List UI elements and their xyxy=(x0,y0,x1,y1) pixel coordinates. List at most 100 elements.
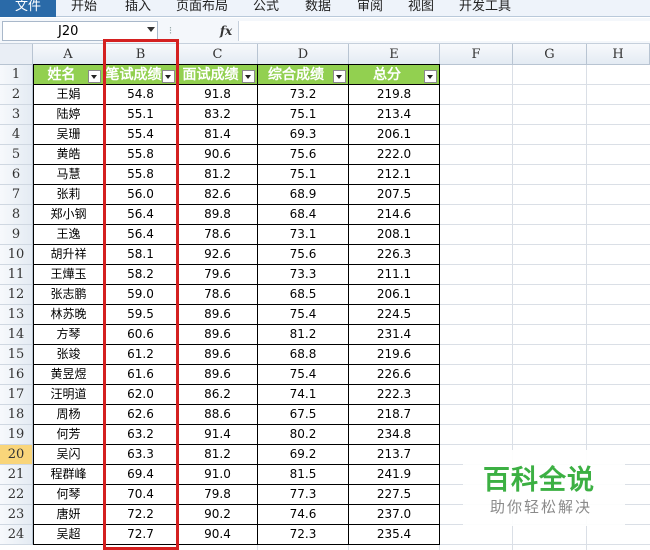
table-cell[interactable]: 206.1 xyxy=(349,125,440,145)
table-cell[interactable]: 73.1 xyxy=(258,225,349,245)
table-cell[interactable]: 92.6 xyxy=(178,245,258,265)
table-cell[interactable]: 235.4 xyxy=(349,525,440,545)
filter-dropdown-icon[interactable] xyxy=(88,70,101,83)
table-cell[interactable]: 218.7 xyxy=(349,405,440,425)
table-cell[interactable]: 72.3 xyxy=(258,525,349,545)
table-cell[interactable]: 82.6 xyxy=(178,185,258,205)
table-cell[interactable]: 213.7 xyxy=(349,445,440,465)
tab-view[interactable]: 视图 xyxy=(408,0,434,17)
table-cell[interactable]: 55.4 xyxy=(104,125,178,145)
table-cell[interactable]: 王逸 xyxy=(33,225,104,245)
table-cell[interactable]: 59.5 xyxy=(104,305,178,325)
table-cell[interactable]: 张竣 xyxy=(33,345,104,365)
table-cell[interactable]: 89.6 xyxy=(178,345,258,365)
row-header-14[interactable]: 14 xyxy=(0,325,33,345)
table-cell[interactable]: 68.9 xyxy=(258,185,349,205)
name-box[interactable]: J20 xyxy=(2,21,158,41)
table-cell[interactable]: 63.2 xyxy=(104,425,178,445)
row-header-21[interactable]: 21 xyxy=(0,465,33,485)
table-cell[interactable]: 58.1 xyxy=(104,245,178,265)
column-header-a[interactable]: A xyxy=(33,44,104,65)
row-header-18[interactable]: 18 xyxy=(0,405,33,425)
table-cell[interactable]: 58.2 xyxy=(104,265,178,285)
row-header-10[interactable]: 10 xyxy=(0,245,33,265)
column-header-e[interactable]: E xyxy=(349,44,440,65)
chevron-down-icon[interactable] xyxy=(147,27,155,32)
table-cell[interactable]: 86.2 xyxy=(178,385,258,405)
row-header-11[interactable]: 11 xyxy=(0,265,33,285)
row-header-22[interactable]: 22 xyxy=(0,485,33,505)
row-header-23[interactable]: 23 xyxy=(0,505,33,525)
table-cell[interactable]: 56.4 xyxy=(104,205,178,225)
table-cell[interactable]: 55.8 xyxy=(104,165,178,185)
table-cell[interactable]: 78.6 xyxy=(178,285,258,305)
table-cell[interactable]: 211.1 xyxy=(349,265,440,285)
table-cell[interactable]: 79.8 xyxy=(178,485,258,505)
splitter-handle-icon[interactable]: ⁝ xyxy=(163,22,178,40)
row-header-13[interactable]: 13 xyxy=(0,305,33,325)
table-cell[interactable]: 91.0 xyxy=(178,465,258,485)
table-cell[interactable]: 方琴 xyxy=(33,325,104,345)
table-cell[interactable]: 224.5 xyxy=(349,305,440,325)
table-cell[interactable]: 81.5 xyxy=(258,465,349,485)
table-cell[interactable]: 唐妍 xyxy=(33,505,104,525)
table-cell[interactable]: 75.1 xyxy=(258,105,349,125)
table-cell[interactable]: 214.6 xyxy=(349,205,440,225)
table-cell[interactable]: 郑小钢 xyxy=(33,205,104,225)
table-cell[interactable]: 75.1 xyxy=(258,165,349,185)
table-cell[interactable]: 90.4 xyxy=(178,525,258,545)
table-cell[interactable]: 227.5 xyxy=(349,485,440,505)
table-cell[interactable]: 89.6 xyxy=(178,305,258,325)
table-cell[interactable]: 213.4 xyxy=(349,105,440,125)
table-cell[interactable]: 胡升祥 xyxy=(33,245,104,265)
filter-dropdown-icon[interactable] xyxy=(242,70,255,83)
row-header-15[interactable]: 15 xyxy=(0,345,33,365)
table-cell[interactable]: 56.4 xyxy=(104,225,178,245)
table-cell[interactable]: 226.3 xyxy=(349,245,440,265)
table-cell[interactable]: 68.4 xyxy=(258,205,349,225)
row-header-19[interactable]: 19 xyxy=(0,425,33,445)
table-cell[interactable]: 62.0 xyxy=(104,385,178,405)
row-header-24[interactable]: 24 xyxy=(0,525,33,545)
table-cell[interactable]: 何芳 xyxy=(33,425,104,445)
table-cell[interactable]: 54.8 xyxy=(104,85,178,105)
table-cell[interactable]: 何琴 xyxy=(33,485,104,505)
table-cell[interactable]: 72.7 xyxy=(104,525,178,545)
table-cell[interactable]: 219.6 xyxy=(349,345,440,365)
table-cell[interactable]: 89.6 xyxy=(178,365,258,385)
table-cell[interactable]: 汪明道 xyxy=(33,385,104,405)
table-cell[interactable]: 75.4 xyxy=(258,305,349,325)
column-header-h[interactable]: H xyxy=(587,44,650,65)
table-cell[interactable]: 黄昱煜 xyxy=(33,365,104,385)
table-cell[interactable]: 77.3 xyxy=(258,485,349,505)
table-cell[interactable]: 88.6 xyxy=(178,405,258,425)
table-cell[interactable]: 226.6 xyxy=(349,365,440,385)
table-cell[interactable]: 83.2 xyxy=(178,105,258,125)
table-cell[interactable]: 91.8 xyxy=(178,85,258,105)
table-cell[interactable]: 90.2 xyxy=(178,505,258,525)
table-cell[interactable]: 陆婷 xyxy=(33,105,104,125)
table-cell[interactable]: 张莉 xyxy=(33,185,104,205)
table-cell[interactable]: 61.2 xyxy=(104,345,178,365)
table-cell[interactable]: 程群峰 xyxy=(33,465,104,485)
table-cell[interactable]: 72.2 xyxy=(104,505,178,525)
insert-function-icon[interactable]: fx xyxy=(216,22,236,40)
table-cell[interactable]: 75.6 xyxy=(258,245,349,265)
table-cell[interactable]: 81.2 xyxy=(178,445,258,465)
table-cell[interactable]: 62.6 xyxy=(104,405,178,425)
row-header-6[interactable]: 6 xyxy=(0,165,33,185)
column-header-d[interactable]: D xyxy=(258,44,349,65)
tab-page-layout[interactable]: 页面布局 xyxy=(176,0,228,17)
table-cell[interactable]: 68.8 xyxy=(258,345,349,365)
table-cell[interactable]: 81.2 xyxy=(178,165,258,185)
table-cell[interactable]: 90.6 xyxy=(178,145,258,165)
column-header-f[interactable]: F xyxy=(440,44,513,65)
table-cell[interactable]: 73.3 xyxy=(258,265,349,285)
table-cell[interactable]: 69.3 xyxy=(258,125,349,145)
table-cell[interactable]: 69.4 xyxy=(104,465,178,485)
table-cell[interactable]: 208.1 xyxy=(349,225,440,245)
table-cell[interactable]: 林苏晚 xyxy=(33,305,104,325)
table-cell[interactable]: 吴闪 xyxy=(33,445,104,465)
table-cell[interactable]: 55.8 xyxy=(104,145,178,165)
table-cell[interactable]: 63.3 xyxy=(104,445,178,465)
